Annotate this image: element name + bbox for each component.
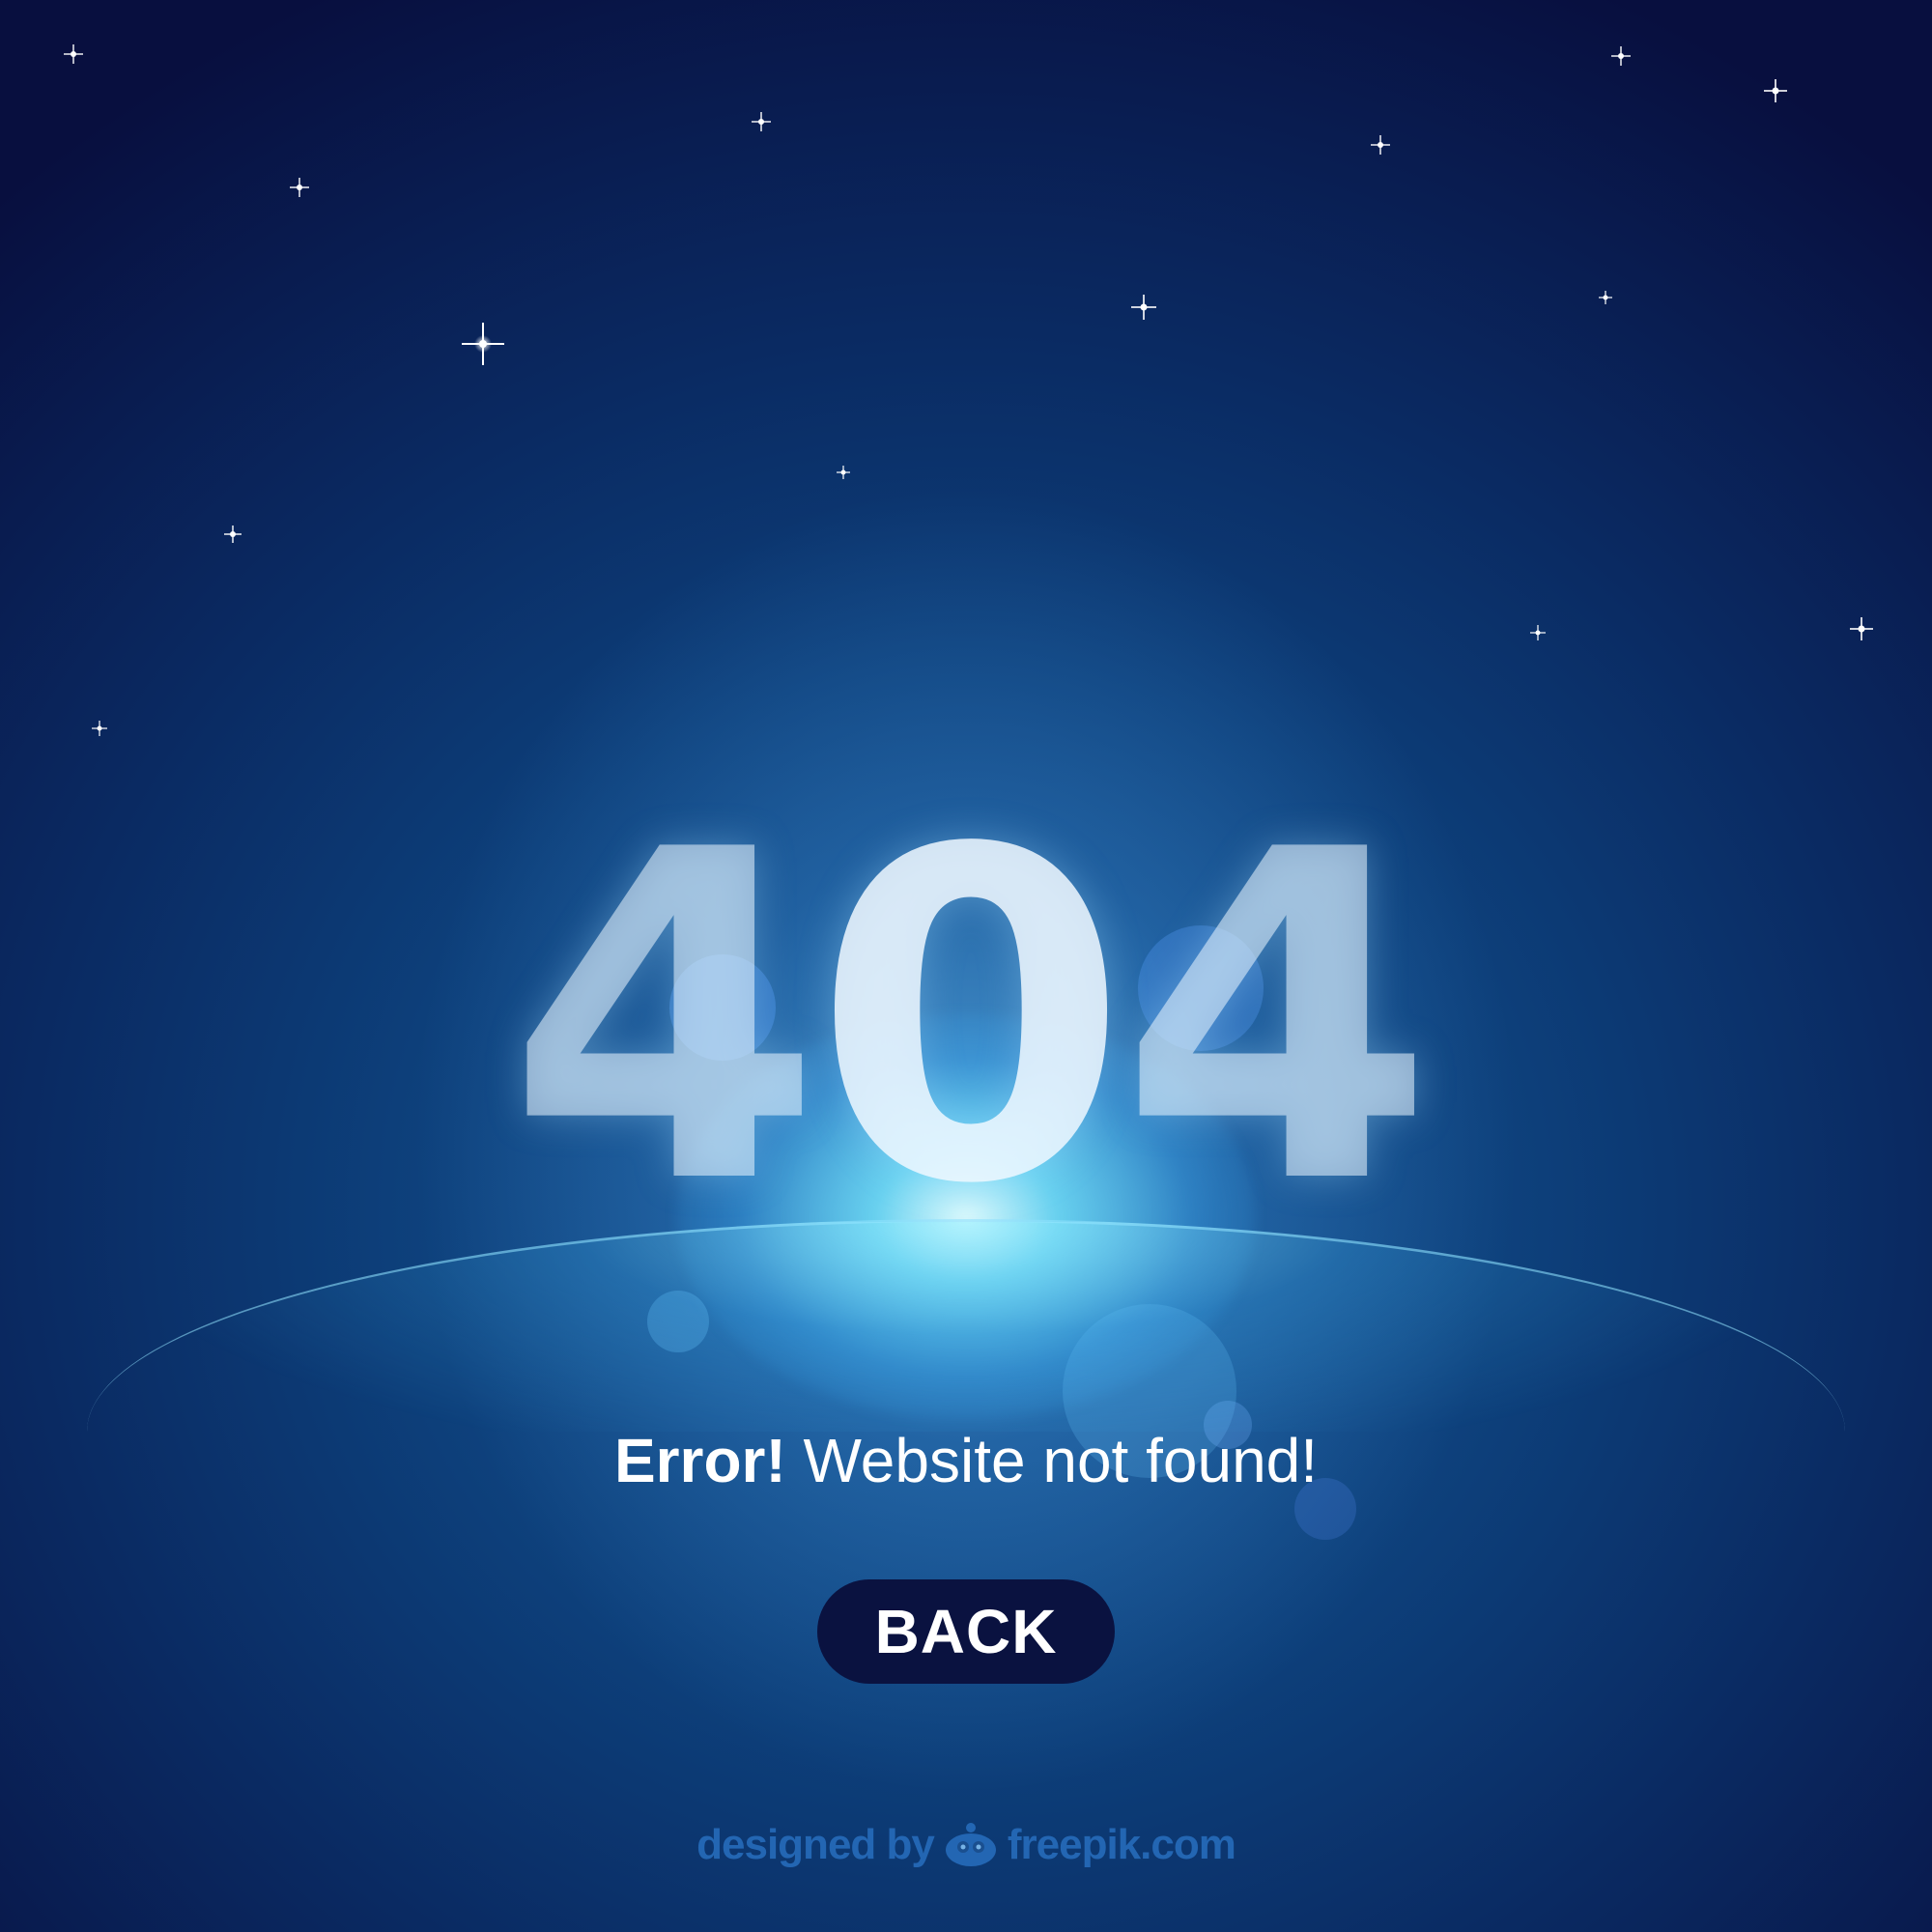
star <box>1371 135 1390 155</box>
star <box>1611 46 1631 66</box>
error-label: Error! <box>613 1426 786 1495</box>
star <box>462 323 504 365</box>
star <box>1850 617 1873 640</box>
freepik-mascot-icon <box>945 1823 996 1866</box>
credit-prefix: designed by <box>696 1821 935 1868</box>
error-code-digit: 4 <box>506 754 822 1283</box>
credit-brand: freepik.com <box>1007 1821 1236 1868</box>
star <box>752 112 771 131</box>
star <box>64 44 83 64</box>
star <box>92 721 107 736</box>
error-message: Error! Website not found! <box>0 1425 1932 1496</box>
star <box>1764 79 1787 102</box>
star <box>1599 291 1612 304</box>
star <box>837 466 850 479</box>
star <box>1530 625 1546 640</box>
star <box>1131 295 1156 320</box>
star <box>290 178 309 197</box>
error-description: Website not found! <box>803 1426 1319 1495</box>
error-code-digit: 0 <box>812 754 1128 1283</box>
back-button[interactable]: BACK <box>817 1579 1115 1684</box>
back-button-label: BACK <box>874 1597 1058 1666</box>
error-code-digit: 4 <box>1119 754 1435 1283</box>
star <box>224 526 242 543</box>
error-code-404: 404 <box>0 792 1932 1246</box>
credit-watermark: designed by freepik.com <box>0 1816 1932 1874</box>
